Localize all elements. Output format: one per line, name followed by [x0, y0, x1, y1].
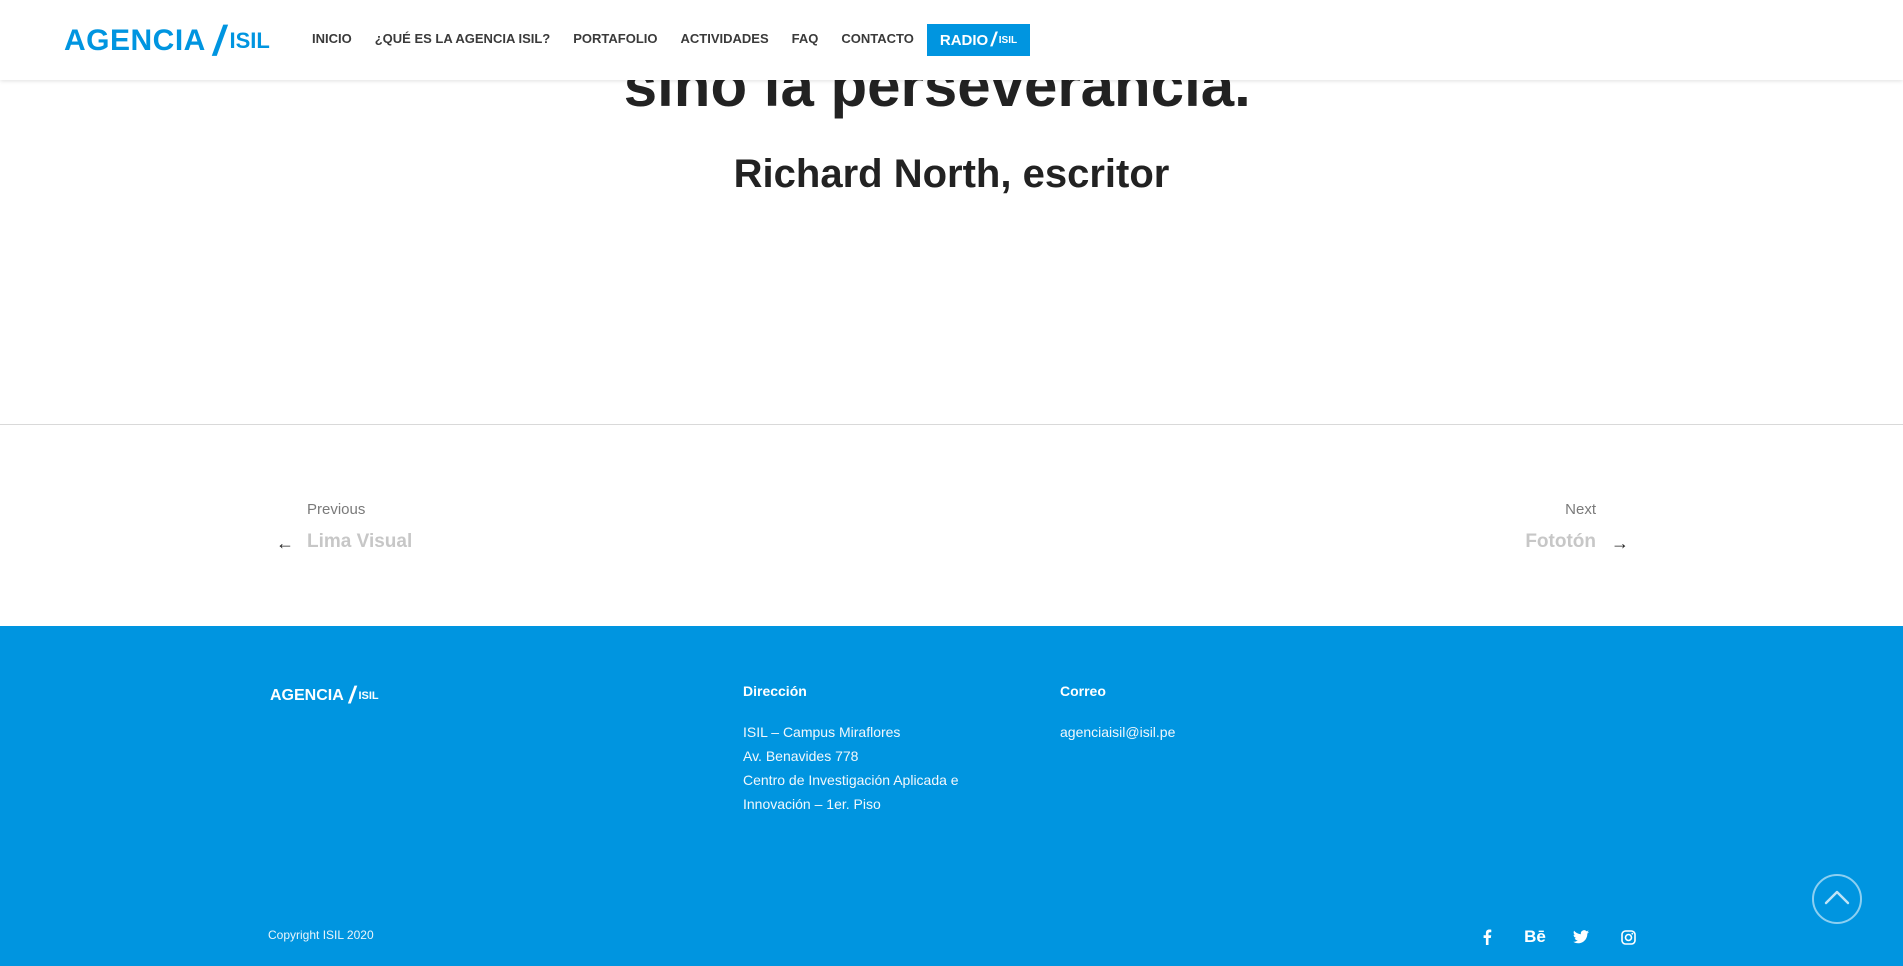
footer-logo[interactable]: AGENCIA / ISIL	[270, 682, 379, 710]
radio-isil: ISIL	[998, 34, 1018, 46]
nav-inicio[interactable]: INICIO	[312, 31, 352, 46]
logo-isil: ISIL	[229, 28, 270, 53]
instagram-icon[interactable]	[1617, 926, 1639, 948]
scroll-to-top-button[interactable]	[1812, 874, 1862, 924]
behance-icon[interactable]: Bē	[1521, 926, 1549, 948]
correo-heading: Correo	[1060, 683, 1106, 699]
chevron-up-icon	[1824, 889, 1850, 910]
nav-contacto[interactable]: CONTACTO	[841, 31, 913, 46]
main-nav: INICIO ¿QUÉ ES LA AGENCIA ISIL? PORTAFOL…	[312, 31, 937, 46]
footer-logo-isil: ISIL	[358, 690, 379, 702]
twitter-icon[interactable]	[1570, 926, 1592, 948]
previous-post-link[interactable]: Lima Visual	[307, 531, 412, 553]
site-header: AGENCIA / ISIL INICIO ¿QUÉ ES LA AGENCIA…	[0, 0, 1903, 80]
direccion-line-3: Centro de Investigación Aplicada e	[743, 772, 959, 788]
radio-word: RADIO	[939, 31, 989, 49]
nav-actividades[interactable]: ACTIVIDADES	[681, 31, 769, 46]
footer-logo-word: AGENCIA	[270, 687, 344, 704]
next-label: Next	[1565, 501, 1596, 518]
arrow-right-icon[interactable]: →	[1611, 533, 1629, 554]
section-divider	[0, 424, 1903, 425]
quote-author: Richard North, escritor	[733, 152, 1170, 196]
facebook-icon[interactable]	[1476, 926, 1498, 948]
direccion-line-4: Innovación – 1er. Piso	[743, 796, 881, 812]
copyright-text: Copyright ISIL 2020	[268, 928, 374, 942]
correo-email-link[interactable]: agenciaisil@isil.pe	[1060, 720, 1175, 744]
nav-faq[interactable]: FAQ	[792, 31, 819, 46]
next-post-link[interactable]: Fototón	[1525, 531, 1596, 553]
nav-que-es[interactable]: ¿QUÉ ES LA AGENCIA ISIL?	[375, 31, 551, 46]
previous-label: Previous	[307, 501, 366, 518]
agencia-isil-logo[interactable]: AGENCIA / ISIL	[64, 17, 270, 64]
radio-isil-button[interactable]: RADIO / ISIL	[927, 24, 1030, 56]
logo-word: AGENCIA	[64, 24, 206, 57]
radio-slash: /	[989, 28, 999, 51]
direccion-heading: Dirección	[743, 683, 807, 699]
site-footer: AGENCIA / ISIL Dirección ISIL – Campus M…	[0, 626, 1903, 966]
footer-logo-slash: /	[346, 682, 358, 709]
direccion-line-1: ISIL – Campus Miraflores	[743, 724, 901, 740]
logo-slash: /	[209, 17, 230, 64]
arrow-left-icon[interactable]: ←	[276, 533, 294, 554]
direccion-line-2: Av. Benavides 778	[743, 748, 859, 764]
nav-portafolio[interactable]: PORTAFOLIO	[573, 31, 657, 46]
